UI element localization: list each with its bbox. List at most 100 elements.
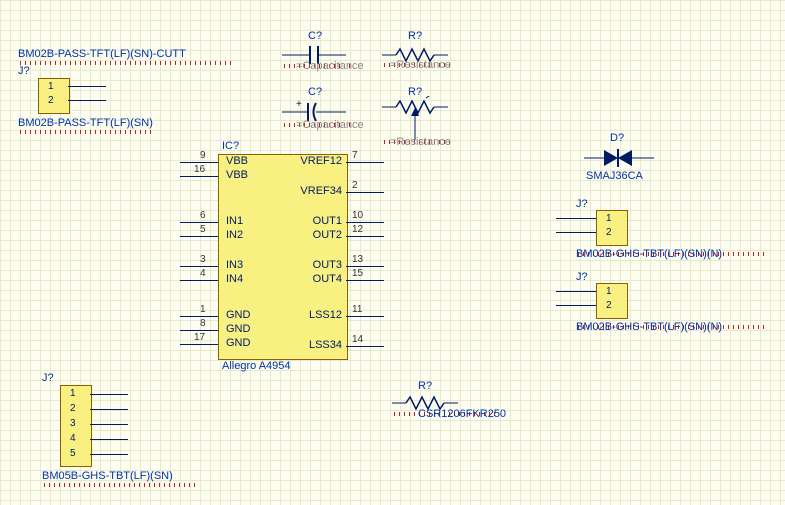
conn2-type: BM05B-GHS-TBT(LF)(SN) <box>42 470 173 482</box>
res1-ref: R? <box>408 30 422 42</box>
conn2-pin: 4 <box>70 433 76 444</box>
conn4-pin2: 2 <box>606 300 612 311</box>
conn2-pin: 2 <box>70 403 76 414</box>
ic-pin-wire <box>180 266 218 267</box>
conn1-pin2: 2 <box>48 95 54 106</box>
ic-pin-wire <box>346 280 384 281</box>
ic-pin-num: 13 <box>352 254 363 265</box>
res3-ref: R? <box>418 380 432 392</box>
ic-pin-wire <box>180 222 218 223</box>
ic-pin-name: IN4 <box>226 273 243 285</box>
ic-pin-name: GND <box>226 337 250 349</box>
conn3-type: BM02B-GHS-TBT(LF)(SN)(N) <box>576 248 722 260</box>
conn2-pin: 3 <box>70 418 76 429</box>
wire <box>90 439 128 440</box>
cap2-val: =Capacitance <box>296 119 364 131</box>
wire <box>556 232 596 233</box>
ic-pin-num: 8 <box>200 318 206 329</box>
ic-pin-num: 11 <box>352 304 362 315</box>
ic-pin-wire <box>180 236 218 237</box>
conn3-pin2: 2 <box>606 227 612 238</box>
ic-pin-wire <box>180 162 218 163</box>
ic-pin-name: LSS12 <box>309 309 342 321</box>
ic-pin-num: 9 <box>200 150 206 161</box>
cap1-ref: C? <box>308 30 322 42</box>
ic-pin-num: 6 <box>200 210 206 221</box>
ic-pin-name: VREF34 <box>300 185 342 197</box>
diode-val: SMAJ36CA <box>586 170 643 182</box>
ic-pin-num: 4 <box>200 268 206 279</box>
ic-pin-name: LSS34 <box>309 339 342 351</box>
ic-pin-wire <box>346 316 384 317</box>
conn4-type: BM02B-GHS-TBT(LF)(SN)(N) <box>576 321 722 333</box>
ic-pin-name: VREF12 <box>300 155 342 167</box>
wire <box>90 409 128 410</box>
connector-4 <box>596 283 628 319</box>
ic-pin-name: IN2 <box>226 229 243 241</box>
ic-pin-name: OUT2 <box>313 229 342 241</box>
tvs-diode-symbol <box>584 146 656 170</box>
ic-val: Allegro A4954 <box>222 360 291 372</box>
ic-pin-name: VBB <box>226 155 248 167</box>
ic-pin-num: 15 <box>352 268 363 279</box>
conn4-ref: J? <box>576 271 588 283</box>
wire <box>556 305 596 306</box>
ic-pin-num: 2 <box>352 180 358 191</box>
conn1-pin1: 1 <box>48 81 54 92</box>
conn2-ref: J? <box>42 372 54 384</box>
ic-ref: IC? <box>222 140 239 152</box>
res3-val: CSR1206FKR250 <box>418 408 506 420</box>
ic-pin-wire <box>346 222 384 223</box>
ic-pin-num: 7 <box>352 150 358 161</box>
ic-pin-num: 12 <box>352 224 363 235</box>
cap2-ref: C? <box>308 86 322 98</box>
ic-pin-wire <box>180 176 218 177</box>
connector-2 <box>60 385 92 467</box>
wire <box>556 291 596 292</box>
ic-pin-num: 16 <box>194 164 205 175</box>
wavy-underline <box>18 130 153 134</box>
wire <box>90 424 128 425</box>
ic-pin-wire <box>346 236 384 237</box>
ic-pin-wire <box>180 330 218 331</box>
svg-text:+: + <box>296 99 302 110</box>
wavy-underline <box>18 61 233 65</box>
ic-pin-wire <box>346 162 384 163</box>
cap1-val: =Capacitance <box>296 60 364 72</box>
ic-pin-wire <box>180 280 218 281</box>
ic-pin-wire <box>346 192 384 193</box>
conn3-ref: J? <box>576 198 588 210</box>
wire <box>90 454 128 455</box>
connector-3 <box>596 210 628 246</box>
diode-ref: D? <box>610 132 624 144</box>
ic-pin-wire <box>180 316 218 317</box>
ic-pin-name: VBB <box>226 169 248 181</box>
ic-pin-num: 14 <box>352 334 363 345</box>
ic-pin-name: GND <box>226 323 250 335</box>
wire <box>68 100 106 101</box>
res1-val: =Resistance <box>390 59 451 71</box>
conn2-pin: 5 <box>70 448 76 459</box>
ic-pin-num: 5 <box>200 224 206 235</box>
ic-pin-num: 10 <box>352 210 363 221</box>
wire <box>68 86 106 87</box>
ic-pin-num: 3 <box>200 254 206 265</box>
ic-pin-name: GND <box>226 309 250 321</box>
ic-pin-name: OUT1 <box>313 215 342 227</box>
ic-pin-name: OUT3 <box>313 259 342 271</box>
ic-pin-num: 17 <box>194 332 205 343</box>
wire <box>90 394 128 395</box>
ic-pin-wire <box>346 266 384 267</box>
res2-val: =Resistance <box>390 136 451 148</box>
ic-pin-wire <box>346 346 384 347</box>
conn1-ref: J? <box>18 65 30 77</box>
conn3-pin1: 1 <box>606 213 612 224</box>
wire <box>556 218 596 219</box>
ic-pin-name: OUT4 <box>313 273 342 285</box>
ic-pin-name: IN1 <box>226 215 243 227</box>
label-conn1-header: BM02B-PASS-TFT(LF)(SN)-CUTT <box>18 48 186 60</box>
connector-1 <box>38 78 70 114</box>
wavy-underline <box>42 483 197 487</box>
conn2-pin: 1 <box>70 388 76 399</box>
ic-pin-num: 1 <box>200 304 206 315</box>
